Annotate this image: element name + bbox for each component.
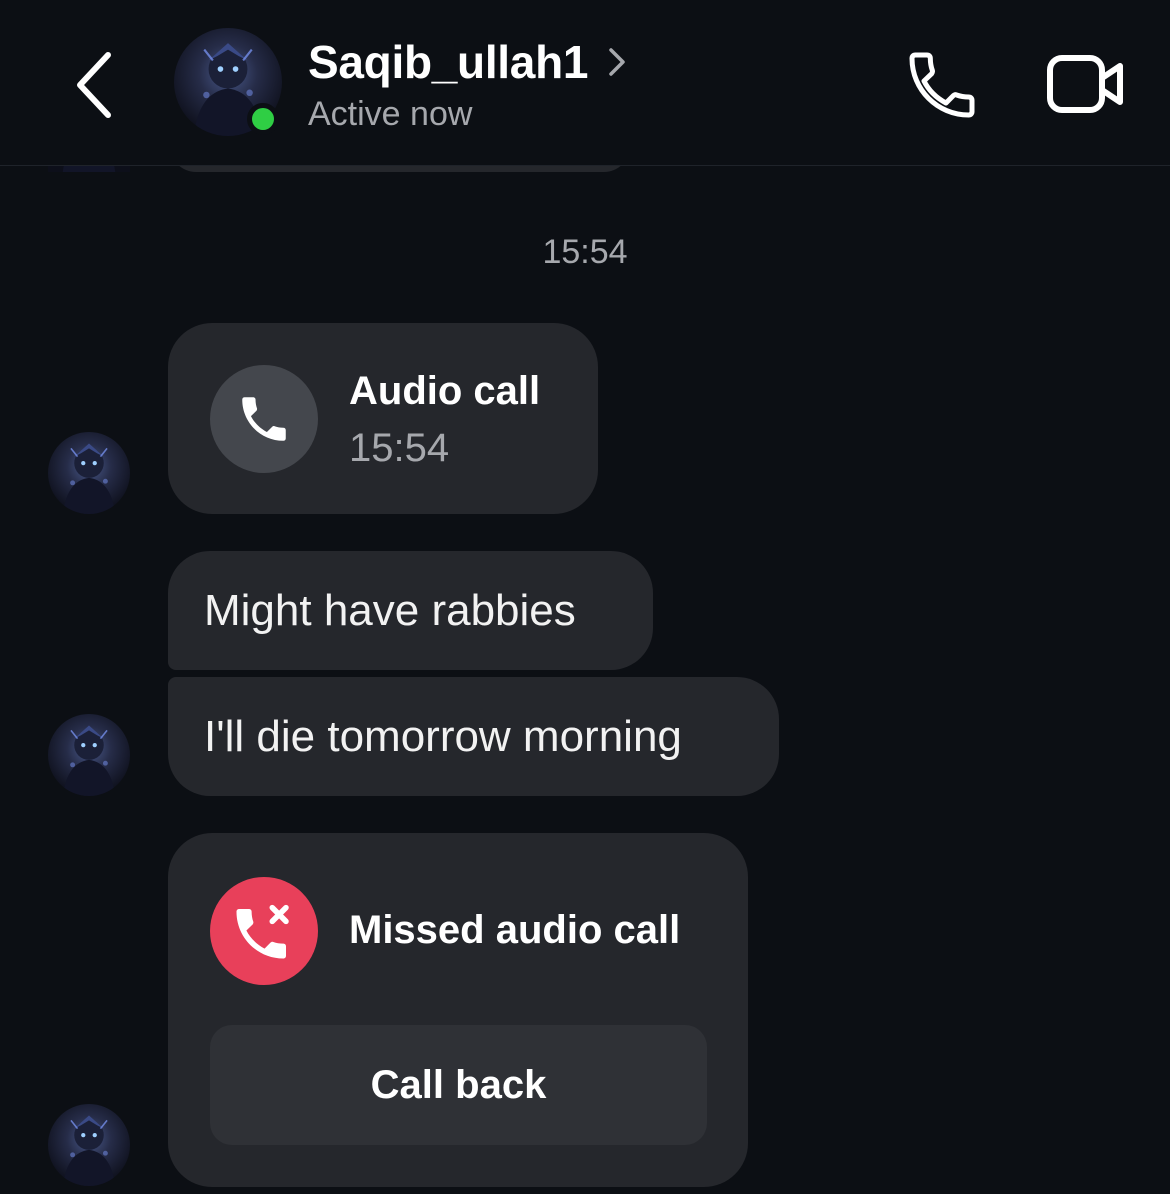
message-text: I'll die tomorrow morning [204,711,682,761]
missed-call-title: Missed audio call [349,908,681,952]
message-bubble[interactable]: I'll die tomorrow morning [168,677,779,796]
username: Saqib_ullah1 [308,36,589,88]
call-title: Audio call [349,369,541,413]
message-bubble[interactable]: Might have rabbies [168,551,653,670]
message-text: Might have rabbies [204,585,576,635]
chat-header: Saqib_ullah1 Active now [0,0,1170,166]
chevron-right-icon [609,48,625,76]
avatar[interactable] [48,432,130,514]
timestamp-separator: 15:54 [542,233,628,271]
profile-name-link[interactable]: Saqib_ullah1 [308,34,628,90]
back-chevron-icon [77,52,111,118]
avatar[interactable] [48,1104,130,1186]
audio-call-icon-circle [210,365,318,473]
video-camera-icon[interactable] [1046,54,1126,114]
missed-call-icon [236,904,289,959]
call-time: 15:54 [349,426,450,470]
audio-call-bubble[interactable]: Audio call 15:54 [168,323,598,514]
avatar[interactable] [48,714,130,796]
online-status-dot [247,103,279,135]
call-back-button[interactable]: Call back [210,1025,707,1145]
phone-icon[interactable] [900,45,984,125]
missed-call-icon-circle [210,877,318,985]
phone-icon [235,390,293,448]
active-status: Active now [308,95,473,133]
back-button[interactable] [62,45,132,125]
